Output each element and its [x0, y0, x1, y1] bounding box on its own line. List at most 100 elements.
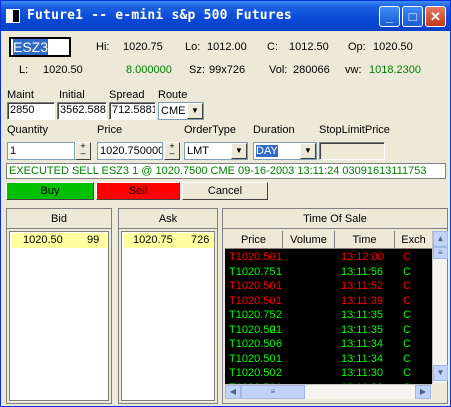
scroll-up-icon[interactable]: ▲ — [433, 231, 448, 247]
tos-exch: C — [403, 309, 411, 321]
time-of-sale-row[interactable]: T1020.50 2 13:11:30 C — [225, 367, 432, 379]
bid-header: Bid — [7, 209, 111, 229]
time-of-sale-row[interactable]: T1020.50 1 13:11:52 C — [225, 280, 432, 292]
tos-price: T1020.75 — [229, 265, 276, 278]
tos-exch: C — [403, 352, 411, 365]
ask-price: 1020.75 — [133, 234, 173, 246]
tos-volume: 1 — [275, 251, 282, 263]
tos-price: T1020.50 — [229, 352, 276, 365]
tos-exch: C — [403, 367, 411, 379]
open-label: Op: — [348, 41, 366, 53]
quantity-input[interactable]: 1 — [7, 142, 75, 160]
quantity-label: Quantity — [7, 124, 48, 136]
minimize-button[interactable]: _ — [379, 6, 400, 27]
price-stepper[interactable]: + – — [164, 142, 180, 160]
ask-list[interactable]: 1020.75 726 — [121, 231, 215, 401]
spread-field: 712.5881 — [109, 102, 156, 120]
maint-label: Maint — [7, 89, 34, 101]
col-time[interactable]: Time — [335, 231, 395, 249]
tos-time: 13:11:56 — [341, 265, 384, 278]
tos-price: T1020.50 — [229, 251, 276, 263]
tos-time: 13:11:34 — [341, 338, 384, 350]
tos-exch: C — [403, 294, 411, 307]
col-price[interactable]: Price — [225, 231, 283, 249]
title-bar[interactable]: Future1 -- e-mini s&p 500 Futures _ □ ✕ — [1, 1, 450, 31]
time-of-sale-row[interactable]: T1020.50 1 13:11:34 C — [225, 353, 432, 365]
close-button[interactable]: ✕ — [425, 6, 446, 27]
bid-panel: Bid 1020.50 99 — [6, 208, 112, 404]
quantity-down-icon[interactable]: – — [76, 149, 90, 158]
maint-field: 2850 — [7, 102, 55, 120]
col-exch[interactable]: Exch — [395, 231, 432, 249]
time-of-sale-columns: Price Volume Time Exch — [225, 231, 432, 249]
tos-price: T1020.50 — [229, 323, 276, 336]
tos-price: T1020.50 — [229, 367, 276, 379]
time-of-sale-row[interactable]: T1020.75 2 13:11:35 C — [225, 309, 432, 321]
scroll-down-icon[interactable]: ▼ — [433, 365, 448, 381]
tos-time: 13:11:39 — [341, 294, 384, 307]
scroll-thumb[interactable]: ≡ — [433, 247, 448, 259]
close-label: C: — [267, 41, 278, 53]
symbol-input[interactable]: ESZ3 — [9, 37, 71, 57]
tos-time: 13:11:52 — [341, 280, 384, 292]
route-label: Route — [158, 89, 188, 101]
tos-time: 13:11:30 — [341, 367, 384, 379]
price-input[interactable]: 1020.750000 — [97, 142, 163, 160]
tos-volume: 1 — [275, 352, 282, 365]
buy-button[interactable]: Buy — [6, 182, 94, 200]
quantity-stepper[interactable]: + – — [75, 142, 91, 160]
scroll-left-icon[interactable]: ◀ — [225, 385, 241, 399]
scroll-thumb-horizontal[interactable]: ≡ — [241, 385, 305, 399]
execution-status: EXECUTED SELL ESZ3 1 @ 1020.7500 CME 09-… — [6, 163, 446, 179]
col-volume[interactable]: Volume — [283, 231, 335, 249]
hi-value: 1020.75 — [123, 41, 163, 53]
duration-dropdown-arrow-icon[interactable]: ▼ — [300, 143, 316, 159]
tos-price: T1020.75 — [229, 309, 276, 321]
ask-row[interactable]: 1020.75 726 — [123, 233, 213, 248]
ordertype-dropdown-arrow-icon[interactable]: ▼ — [231, 143, 247, 159]
bid-price: 1020.50 — [23, 234, 63, 246]
time-of-sale-row[interactable]: T1020.50 6 13:11:34 C — [225, 338, 432, 350]
duration-value: DAY — [256, 145, 278, 157]
time-of-sale-row[interactable]: T1020.50 1 13:11:39 C — [225, 295, 432, 307]
tos-time: 13:11:35 — [341, 323, 384, 336]
last-label: L: — [19, 64, 29, 76]
route-dropdown-arrow-icon[interactable]: ▼ — [187, 103, 203, 119]
tos-exch: C — [403, 280, 411, 292]
stoplimit-label: StopLimitPrice — [319, 124, 390, 136]
tos-volume: 1 — [275, 280, 282, 292]
tos-volume: 2 — [275, 309, 282, 321]
tos-time: 13:11:35 — [341, 309, 384, 321]
symbol-value: ESZ3 — [13, 39, 49, 55]
bid-list[interactable]: 1020.50 99 — [9, 231, 109, 401]
vertical-scrollbar[interactable]: ▲ ≡ ▼ — [432, 231, 448, 383]
bid-row[interactable]: 1020.50 99 — [11, 233, 107, 248]
bid-size: 99 — [87, 234, 100, 246]
stoplimit-input[interactable] — [319, 142, 385, 160]
cancel-button[interactable]: Cancel — [182, 182, 268, 200]
size-value: 99x726 — [209, 64, 246, 76]
lo-value: 1012.00 — [207, 41, 247, 53]
scroll-right-icon[interactable]: ▶ — [415, 385, 431, 399]
duration-label: Duration — [253, 124, 295, 136]
time-of-sale-row[interactable]: T1020.50 21 13:11:35 C — [225, 324, 432, 336]
change-value: 8.000000 — [126, 64, 172, 76]
tos-volume: 6 — [275, 338, 282, 350]
price-down-icon[interactable]: – — [165, 149, 179, 158]
lo-label: Lo: — [185, 41, 201, 53]
time-of-sale-row[interactable]: T1020.50 1 13:12:00 C — [225, 251, 432, 263]
horizontal-scrollbar[interactable]: ◀ ≡ ▶ — [225, 384, 432, 399]
tos-exch: C — [403, 323, 411, 336]
tos-price: T1020.50 — [229, 294, 276, 307]
tos-volume: 21 — [269, 323, 282, 336]
maximize-button[interactable]: □ — [402, 6, 423, 27]
sell-button[interactable]: Sell — [96, 182, 180, 200]
vwap-label: vw: — [345, 64, 362, 76]
tos-price: T1020.50 — [229, 338, 276, 350]
route-value: CME — [161, 105, 186, 117]
time-of-sale-row[interactable]: T1020.75 1 13:11:56 C — [225, 266, 432, 278]
time-of-sale-grid[interactable]: Price Volume Time Exch T1020.50 1 13:12:00… — [225, 231, 432, 399]
tos-exch: C — [403, 251, 411, 263]
size-label: Sz: — [189, 64, 205, 76]
last-value: 1020.50 — [43, 64, 83, 76]
